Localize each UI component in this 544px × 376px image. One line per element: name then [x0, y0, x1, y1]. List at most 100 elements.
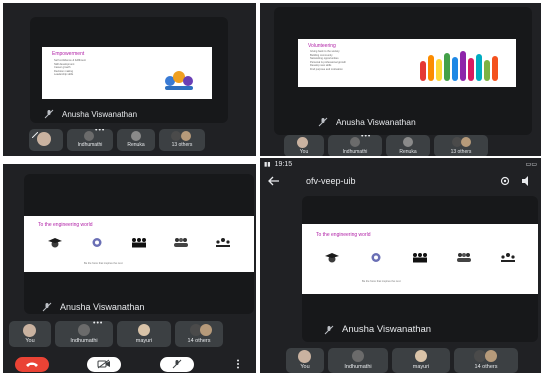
back-arrow-icon[interactable] — [268, 176, 280, 186]
call-controls — [3, 355, 256, 373]
bullet: Find purpose and motivation — [310, 67, 343, 71]
slide-title: Empowerment — [52, 51, 85, 57]
switch-camera-icon[interactable] — [499, 176, 511, 186]
participant-tile-self[interactable] — [29, 129, 63, 151]
participant-strip: You ••• Indhumathi Renuka 13 others — [284, 135, 488, 156]
slide: To the engineering world Be the force th… — [302, 224, 538, 294]
mic-toggle-button[interactable] — [159, 356, 194, 372]
speaking-indicator-icon: ••• — [95, 129, 106, 134]
graduate-icon — [325, 252, 339, 262]
participant-name: Indhumathi — [344, 364, 372, 370]
screenshot-engineering-right: ▮▮ 19:15 ▭▭ ofv-veep-uib To the engineer… — [260, 158, 541, 373]
participant-tile[interactable]: Indhumathi — [328, 348, 388, 373]
avatar — [461, 137, 471, 147]
others-count: 14 others — [474, 364, 498, 370]
participant-name: Indhumathi — [342, 149, 368, 155]
slide: Volunteering Giving back to the society … — [298, 39, 516, 87]
people-icon — [457, 252, 471, 262]
slide-title: Volunteering — [308, 43, 336, 49]
slide-bullets: Giving back to the society Building comm… — [310, 50, 346, 72]
presentation-tile[interactable]: Volunteering Giving back to the society … — [274, 7, 532, 135]
phone-hangup-icon — [26, 362, 38, 367]
presenter-row: Anusha Viswanathan — [318, 117, 416, 127]
avatar — [200, 324, 212, 336]
more-vertical-icon — [236, 359, 239, 369]
meeting-icon — [501, 252, 515, 262]
more-options-button[interactable] — [232, 357, 244, 372]
participant-tile-self[interactable]: You — [284, 135, 324, 156]
others-count: 13 others — [450, 149, 472, 155]
participant-name: You — [300, 364, 310, 370]
participant-tile-others[interactable]: 14 others — [175, 321, 223, 347]
speaker-icon[interactable] — [521, 176, 533, 186]
avatar — [403, 137, 413, 147]
participant-tile[interactable]: Renuka — [117, 129, 155, 151]
presentation-tile[interactable]: To the engineering world Be the force th… — [24, 174, 254, 314]
participant-tile[interactable]: Renuka — [386, 135, 430, 156]
participant-name: Renuka — [127, 142, 145, 148]
camera-toggle-button[interactable] — [87, 356, 122, 372]
graduate-icon — [48, 237, 62, 247]
participant-tile[interactable]: mayuri — [117, 321, 171, 347]
participant-tile-others[interactable]: 14 others — [454, 348, 518, 373]
mic-off-icon — [44, 109, 54, 119]
participant-tile-others[interactable]: 13 others — [159, 129, 205, 151]
participant-name: You — [299, 149, 309, 155]
participant-name: mayuri — [135, 338, 153, 344]
avatar — [297, 137, 308, 148]
participant-name: mayuri — [412, 364, 430, 370]
presenter-name: Anusha Viswanathan — [62, 109, 138, 119]
participant-name: Indhumathi — [77, 142, 103, 148]
participant-tile-others[interactable]: 13 others — [434, 135, 488, 156]
slide-title: To the engineering world — [316, 232, 371, 238]
presenter-row: Anusha Viswanathan — [324, 324, 431, 335]
avatar — [181, 131, 191, 141]
presenter-name: Anusha Viswanathan — [336, 117, 416, 127]
presenter-row: Anusha Viswanathan — [42, 302, 144, 312]
participant-name: You — [25, 338, 35, 344]
speaking-indicator-icon: ••• — [361, 135, 372, 140]
participant-tile[interactable]: ••• Indhumathi — [55, 321, 113, 347]
participant-strip: ••• Indhumathi Renuka 13 others — [29, 129, 205, 151]
participant-tile[interactable]: ••• Indhumathi — [328, 135, 382, 156]
presentation-tile[interactable]: Empowerment Self confidence & fulfillmen… — [30, 17, 228, 123]
engineering-icons — [34, 234, 244, 250]
screenshot-engineering-left: To the engineering world Be the force th… — [3, 164, 256, 373]
slide-bullets: Self confidence & fulfillment Skill deve… — [54, 59, 86, 77]
participant-name: Renuka — [399, 149, 417, 155]
signal-icon: ▮▮ — [264, 161, 271, 168]
camera-off-icon — [97, 359, 111, 369]
participant-strip: You ••• Indhumathi mayuri 14 others — [9, 321, 223, 347]
status-bar: ▮▮ 19:15 ▭▭ — [260, 158, 541, 170]
others-count: 13 others — [171, 142, 193, 148]
mic-off-icon — [324, 325, 334, 334]
participant-tile[interactable]: ••• Indhumathi — [67, 129, 113, 151]
participant-tile[interactable]: mayuri — [392, 348, 450, 373]
people-icon — [174, 237, 188, 247]
meeting-code: ofv-veep-uib — [306, 176, 356, 186]
empowerment-illustration-icon — [165, 71, 193, 90]
team-icon — [132, 237, 146, 247]
gear-icon — [92, 237, 102, 247]
meeting-icon — [216, 237, 230, 247]
avatar — [84, 131, 94, 141]
mic-off-icon — [42, 302, 52, 312]
participant-tile-self[interactable]: You — [9, 321, 51, 347]
avatar — [37, 132, 51, 146]
avatar — [171, 131, 181, 141]
slide: To the engineering world Be the force th… — [24, 216, 254, 272]
battery-icon: ▭▭ — [525, 161, 537, 168]
avatar — [485, 350, 497, 362]
engineering-icons — [310, 248, 530, 266]
helping-hands-illustration-icon — [420, 51, 498, 81]
participant-tile-self[interactable]: You — [286, 348, 324, 373]
end-call-button[interactable] — [15, 356, 49, 372]
avatar — [138, 324, 150, 336]
screenshot-volunteering: Volunteering Giving back to the society … — [260, 3, 541, 156]
presenter-name: Anusha Viswanathan — [60, 302, 145, 312]
avatar — [352, 350, 364, 362]
presentation-tile[interactable]: To the engineering world Be the force th… — [302, 196, 538, 342]
mic-off-icon — [318, 117, 328, 127]
avatar — [131, 131, 141, 141]
avatar — [350, 137, 360, 147]
